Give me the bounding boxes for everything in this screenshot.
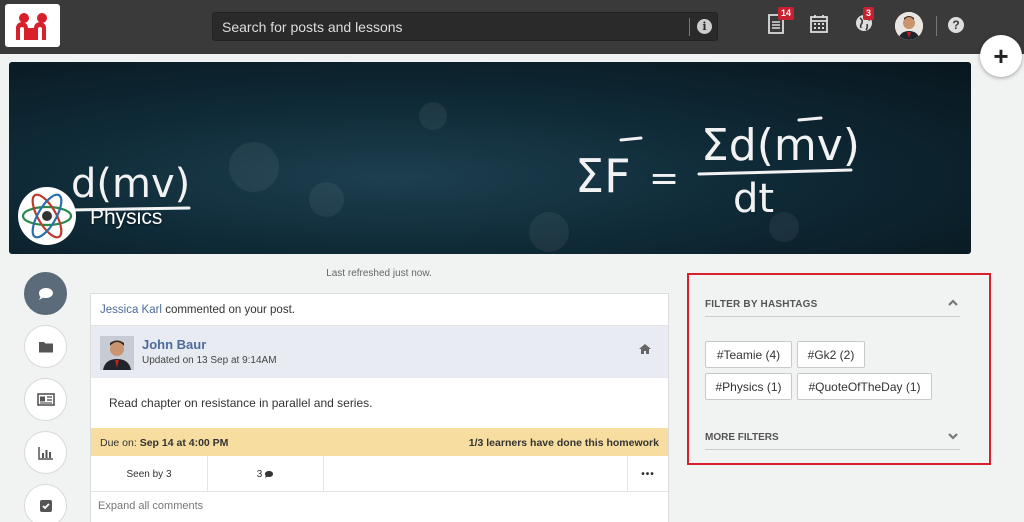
svg-text:d(mv): d(mv) <box>71 161 190 207</box>
hashtag-chip[interactable]: #Gk2 (2) <box>797 341 865 368</box>
comments-count: 3 <box>256 468 263 480</box>
due-date: Due on: Sep 14 at 4:00 PM <box>100 437 228 449</box>
filter-hashtags-header[interactable]: FILTER BY HASHTAGS <box>705 299 960 317</box>
course-title: Physics <box>90 206 163 229</box>
post-notification: Jessica Karl commented on your post. <box>91 294 668 326</box>
calendar-button[interactable] <box>810 14 830 36</box>
home-icon <box>638 342 652 360</box>
post-timestamp: Updated on 13 Sep at 9:14AM <box>142 355 277 366</box>
svg-text:ΣF: ΣF <box>575 149 631 203</box>
app-logo[interactable] <box>5 4 60 47</box>
rail-files-button[interactable] <box>24 325 67 368</box>
comments-button[interactable]: 3 <box>208 456 324 492</box>
search-bar[interactable]: i <box>212 12 718 41</box>
notifications-badge: 14 <box>778 7 795 20</box>
bar-chart-icon <box>37 446 53 460</box>
due-date-value: Sep 14 at 4:00 PM <box>139 437 229 449</box>
post-header: John Baur Updated on 13 Sep at 9:14AM <box>91 326 668 378</box>
hashtag-filter-panel: FILTER BY HASHTAGS #Teamie (4) #Gk2 (2) … <box>687 273 991 465</box>
top-bar: i 14 3 <box>0 0 1024 54</box>
more-filters-header[interactable]: MORE FILTERS <box>705 432 960 450</box>
hashtag-chip[interactable]: #QuoteOfTheDay (1) <box>797 373 932 400</box>
rail-posts-button[interactable] <box>24 272 67 315</box>
folder-icon <box>38 342 53 353</box>
chat-bubble-icon <box>38 287 53 300</box>
author-avatar[interactable] <box>100 336 134 370</box>
rail-analytics-button[interactable] <box>24 431 67 474</box>
post-card: Jessica Karl commented on your post. Joh… <box>90 293 669 522</box>
rail-lessons-button[interactable] <box>24 378 67 421</box>
messages-badge: 3 <box>863 7 875 20</box>
notification-text: commented on your post. <box>162 304 295 316</box>
action-spacer <box>324 456 628 492</box>
calendar-icon <box>810 15 828 33</box>
post-more-menu[interactable]: ••• <box>628 456 668 492</box>
homework-progress[interactable]: 1/3 learners have done this homework <box>469 437 659 449</box>
post-actions: Seen by 3 3 ••• <box>91 456 668 492</box>
user-portrait-icon <box>895 12 923 40</box>
seen-by-button[interactable]: Seen by 3 <box>91 456 208 492</box>
course-logo <box>18 187 76 245</box>
post-author-name[interactable]: John Baur <box>142 337 206 352</box>
notification-user-link[interactable]: Jessica Karl <box>100 304 162 316</box>
seen-by-label: Seen by 3 <box>126 468 172 480</box>
rail-tasks-button[interactable] <box>24 484 67 522</box>
expand-comments-link[interactable]: Expand all comments <box>98 500 203 512</box>
atom-icon <box>21 193 73 239</box>
comment-icon <box>265 470 274 478</box>
user-avatar[interactable] <box>895 12 923 40</box>
teamie-logo-icon <box>15 12 47 40</box>
chevron-up-icon[interactable] <box>946 296 960 310</box>
search-input[interactable] <box>213 13 683 40</box>
info-icon[interactable]: i <box>697 19 712 34</box>
svg-text:dt: dt <box>733 176 774 222</box>
checkbox-icon <box>39 499 52 512</box>
post-body: Read chapter on resistance in parallel a… <box>109 396 373 410</box>
refresh-status: Last refreshed just now. <box>326 268 432 279</box>
user-portrait-icon <box>100 336 134 370</box>
filter-hashtags-title: FILTER BY HASHTAGS <box>705 299 818 310</box>
svg-text:=: = <box>649 158 679 199</box>
help-icon[interactable]: ? <box>948 17 964 33</box>
id-card-icon <box>36 393 55 406</box>
create-post-button[interactable]: + <box>980 35 1022 77</box>
search-divider <box>689 18 690 36</box>
toolbar-divider <box>936 16 937 36</box>
homework-due-bar: Due on: Sep 14 at 4:00 PM 1/3 learners h… <box>91 428 668 456</box>
more-filters-title: MORE FILTERS <box>705 432 779 443</box>
chevron-down-icon[interactable] <box>946 429 960 443</box>
hashtag-chip[interactable]: #Teamie (4) <box>705 341 792 368</box>
hashtag-chip[interactable]: #Physics (1) <box>705 373 792 400</box>
svg-text:Σd(mv): Σd(mv) <box>701 120 860 171</box>
due-prefix: Due on: <box>100 437 140 449</box>
